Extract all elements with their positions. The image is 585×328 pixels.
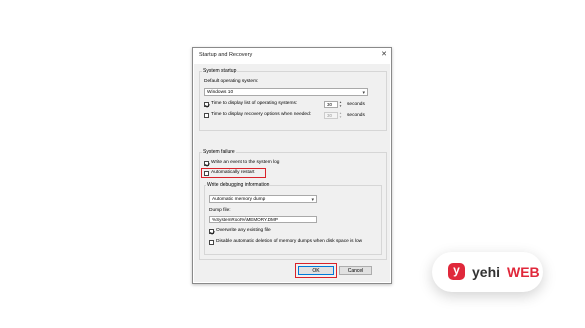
- window-title: Startup and Recovery: [199, 52, 253, 58]
- time-display-recovery-label: Time to display recovery options when ne…: [211, 112, 312, 117]
- startup-recovery-dialog: Startup and Recovery ✕ System startup De…: [192, 47, 392, 284]
- title-bar[interactable]: Startup and Recovery ✕: [193, 48, 391, 63]
- debug-type-select[interactable]: Automatic memory dump ▾: [209, 195, 317, 203]
- debug-info-label: Write debugging information: [206, 182, 271, 188]
- dump-file-label: Dump file:: [209, 208, 231, 213]
- brand-text-web: WEB: [507, 264, 540, 280]
- spin-updown-icon[interactable]: ▲ ▼: [338, 111, 343, 119]
- chevron-down-icon: ▾: [311, 197, 314, 203]
- default-os-select[interactable]: Windows 10 ▾: [204, 88, 368, 96]
- overwrite-label: Overwrite any existing file: [216, 228, 271, 233]
- seconds-unit-1: seconds: [347, 102, 365, 107]
- yehiweb-logo-icon: [448, 263, 465, 280]
- cancel-button[interactable]: Cancel: [339, 266, 372, 275]
- write-event-checkbox[interactable]: [204, 161, 209, 166]
- write-event-label: Write an event to the system log: [211, 160, 280, 165]
- disable-auto-delete-checkbox[interactable]: [209, 240, 214, 245]
- brand-text-yehi: yehi: [472, 264, 501, 280]
- seconds-unit-2: seconds: [347, 113, 365, 118]
- auto-restart-highlight: [201, 168, 266, 178]
- spin-updown-icon[interactable]: ▲ ▼: [338, 100, 343, 108]
- time-display-list-checkbox[interactable]: [204, 102, 209, 107]
- time-display-recovery-input[interactable]: 30: [324, 112, 338, 119]
- default-os-label: Default operating system:: [204, 79, 259, 84]
- time-display-list-input[interactable]: 30: [324, 101, 338, 108]
- ok-highlight: [295, 263, 337, 278]
- dialog-body: System startup Default operating system:…: [194, 64, 390, 282]
- default-os-value: Windows 10: [207, 90, 234, 95]
- system-startup-label: System startup: [202, 68, 238, 74]
- time-display-list-label: Time to display list of operating system…: [211, 101, 298, 106]
- yehiweb-badge: yehi WEB: [432, 252, 543, 292]
- chevron-down-icon: ▾: [362, 90, 365, 96]
- disable-auto-delete-label: Disable automatic deletion of memory dum…: [216, 239, 363, 244]
- overwrite-checkbox[interactable]: [209, 229, 214, 234]
- time-display-recovery-checkbox[interactable]: [204, 113, 209, 118]
- debug-type-value: Automatic memory dump: [212, 197, 266, 202]
- system-failure-label: System failure: [202, 149, 236, 155]
- dump-file-input[interactable]: %SystemRoot%\MEMORY.DMP: [209, 216, 317, 223]
- close-icon[interactable]: ✕: [381, 50, 387, 58]
